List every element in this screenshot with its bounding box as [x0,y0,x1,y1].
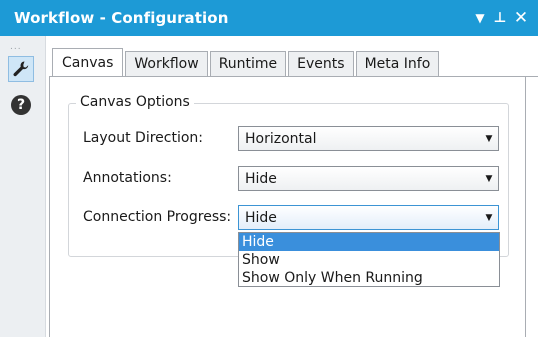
tab-meta-info[interactable]: Meta Info [355,51,440,76]
configuration-button[interactable] [8,56,34,82]
connection-progress-value: Hide [245,209,277,226]
connection-progress-label: Connection Progress: [83,209,232,225]
annotations-value: Hide [245,170,277,187]
canvas-options-legend: Canvas Options [76,94,194,110]
layout-direction-label: Layout Direction: [83,130,204,146]
grip-dots[interactable]: ... [10,42,22,52]
title-bar: Workflow - Configuration ▼ ⊥ ✕ [0,0,538,36]
tool-sidebar: ... ? [0,36,46,337]
wrench-icon [13,61,29,77]
tab-events[interactable]: Events [288,51,354,76]
tab-strip: Canvas Workflow Runtime Events Meta Info [52,48,441,76]
tab-canvas[interactable]: Canvas [52,48,124,76]
connection-progress-dropdown: Hide Show Show Only When Running [238,232,500,287]
layout-direction-select[interactable]: Horizontal ▼ [238,126,499,151]
close-icon[interactable]: ✕ [510,8,532,28]
dropdown-option-hide[interactable]: Hide [239,233,499,251]
chevron-down-icon: ▼ [485,173,493,184]
help-icon: ? [11,95,31,115]
tab-workflow[interactable]: Workflow [125,51,208,76]
chevron-down-icon: ▼ [485,133,493,144]
window-title: Workflow - Configuration [14,9,229,27]
pin-icon[interactable]: ⊥ [490,10,510,26]
dropdown-option-show-only-when-running[interactable]: Show Only When Running [239,269,499,287]
dropdown-option-show[interactable]: Show [239,251,499,269]
tab-divider [49,76,538,77]
annotations-select[interactable]: Hide ▼ [238,166,499,191]
annotations-label: Annotations: [83,170,172,186]
chevron-down-icon: ▼ [485,212,493,223]
connection-progress-select[interactable]: Hide ▼ [238,205,499,230]
tab-runtime[interactable]: Runtime [209,51,287,76]
layout-direction-value: Horizontal [245,130,317,147]
help-button[interactable]: ? [8,92,34,118]
dropdown-arrow-icon[interactable]: ▼ [470,11,490,25]
